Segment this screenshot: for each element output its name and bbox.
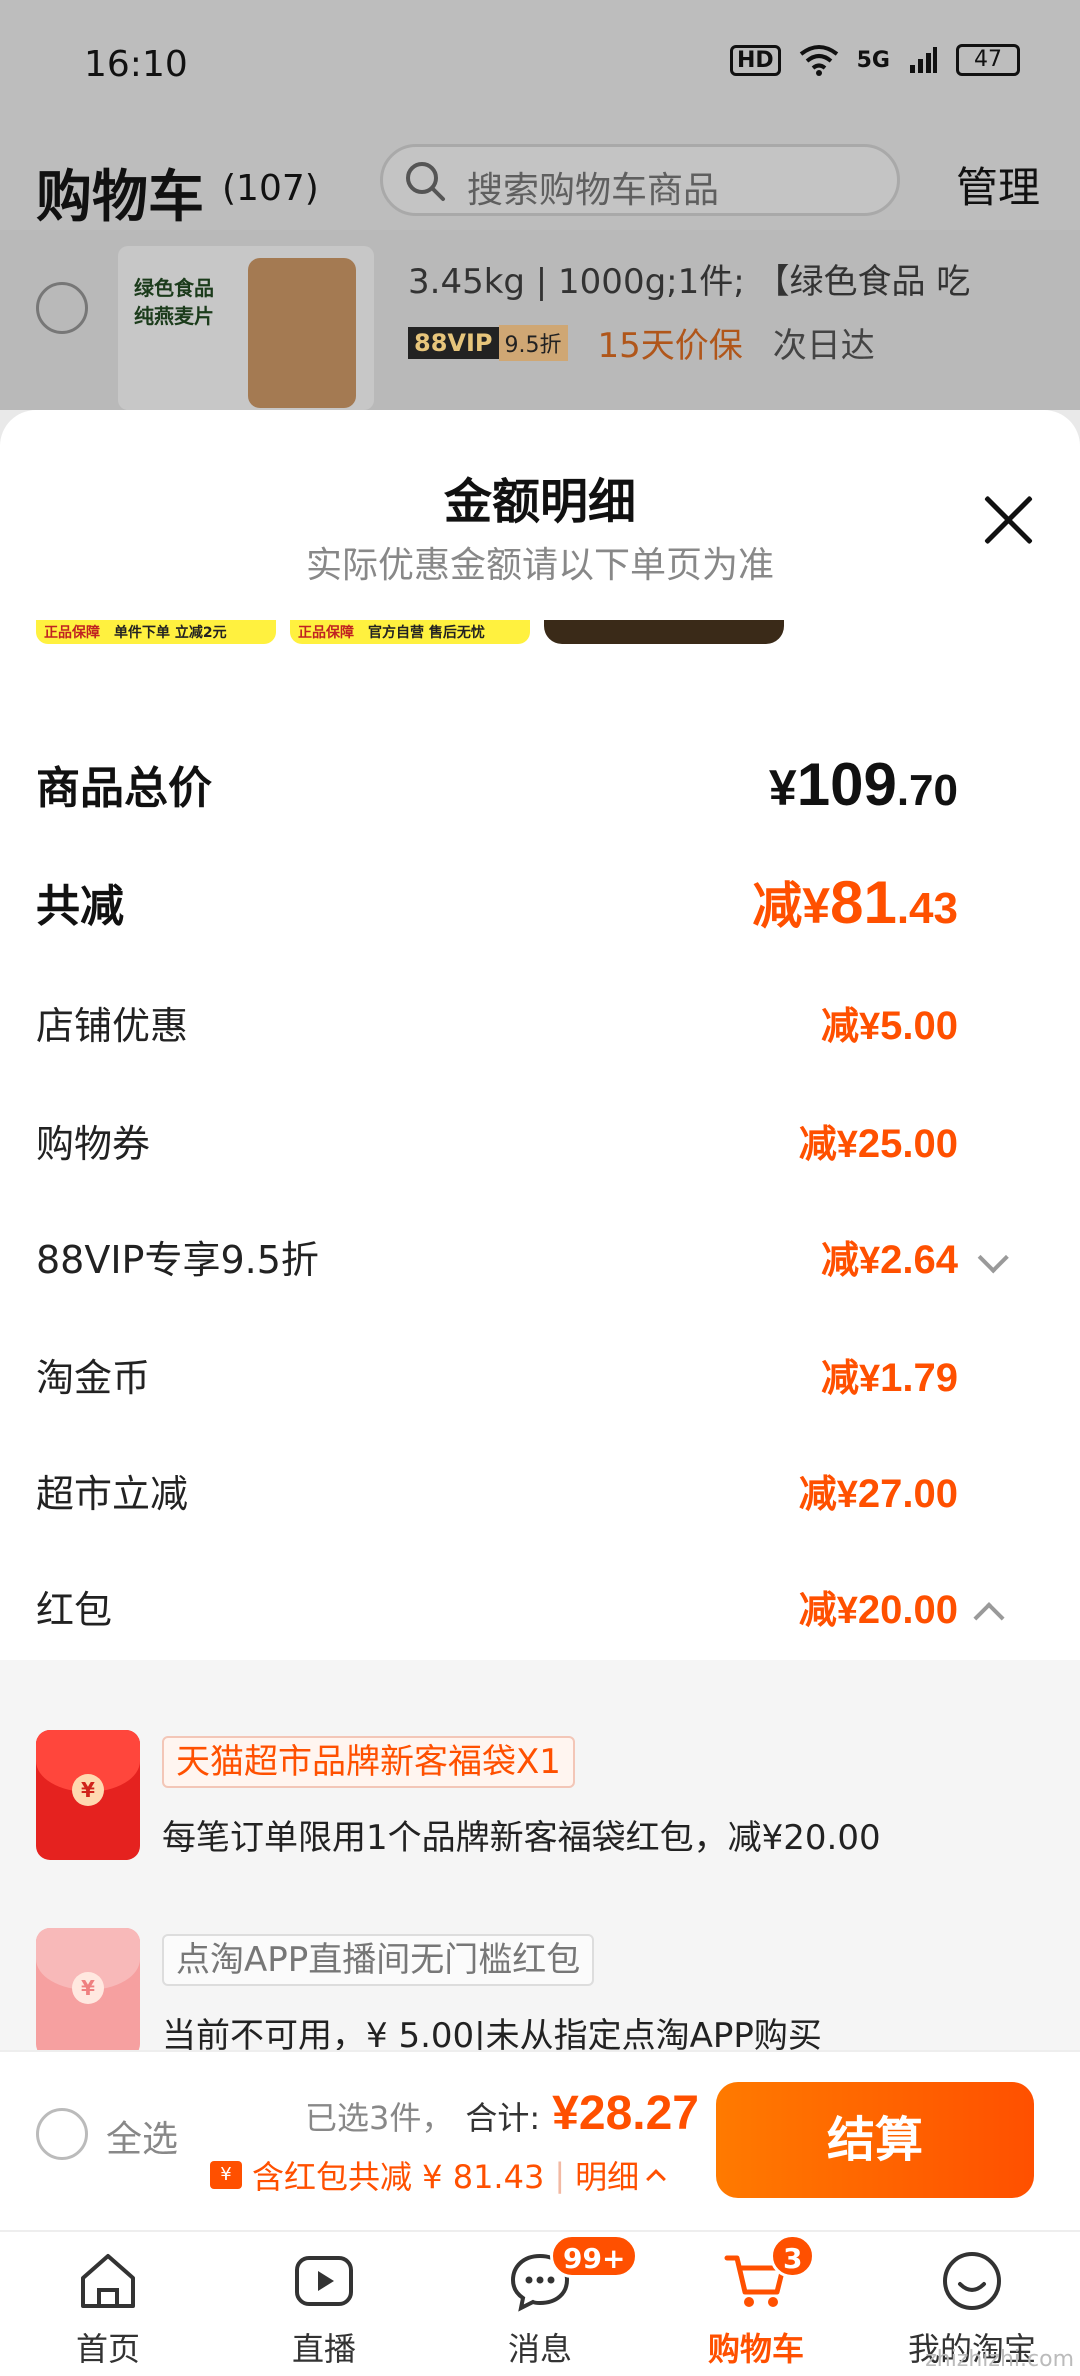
total-price-value: ¥109.70 xyxy=(768,750,958,818)
product-spec[interactable]: 3.45kg | 1000g;1件; 【绿色食品 吃 xyxy=(408,254,970,303)
hd-icon: HD xyxy=(729,44,781,76)
cart-search-input[interactable]: 搜索购物车商品 xyxy=(380,144,900,216)
cart-item-checkbox[interactable] xyxy=(36,282,88,334)
vip-discount-tag: 88VIP 9.5折 xyxy=(408,324,568,361)
total-label: 合计: xyxy=(465,2099,541,2137)
checkout-bar: 全选 已选3件， 合计: ¥28.27 ¥ 含红包共减 ¥ 81.43 | 明细… xyxy=(0,2050,1080,2230)
row-shopping-coupon: 购物券 减¥ 25.00 xyxy=(36,1121,958,1166)
search-icon xyxy=(406,162,445,201)
profile-icon xyxy=(943,2252,1001,2310)
product-tags: 88VIP 9.5折 15天价保 次日达 xyxy=(408,318,875,367)
home-icon xyxy=(81,2254,135,2308)
select-all-label[interactable]: 全选 xyxy=(106,2110,178,2162)
total-discount-value: 减¥ 81.43 xyxy=(752,869,958,936)
tab-cart[interactable]: 3 购物车 xyxy=(648,2232,864,2376)
close-icon[interactable] xyxy=(980,492,1036,548)
row-store-discount: 店铺优惠 减¥ 5.00 xyxy=(36,1003,958,1048)
selected-count: 已选3件， xyxy=(305,2099,454,2137)
select-all-checkbox[interactable] xyxy=(36,2108,88,2160)
cart-item[interactable]: 绿色食品 纯燕麦片 3.45kg | 1000g;1件; 【绿色食品 吃 88V… xyxy=(0,230,1080,410)
red-packet-tag: 点淘APP直播间无门槛红包 xyxy=(162,1934,595,1986)
oatmeal-can-image xyxy=(248,258,356,408)
row-supermarket-discount: 超市立减 减¥ 27.00 xyxy=(36,1471,958,1516)
message-badge: 99+ xyxy=(550,2234,639,2278)
status-time: 16:10 xyxy=(84,44,188,85)
red-packet-desc: 每笔订单限用1个品牌新客福袋红包，减¥20.00 xyxy=(162,1818,881,1858)
thumb-label-2: 纯燕麦片 xyxy=(134,304,214,328)
cart-count: (107) xyxy=(222,168,319,209)
sheet-subtitle: 实际优惠金额请以下单页为准 xyxy=(305,545,774,586)
wifi-icon xyxy=(799,45,838,76)
row-total-price: 商品总价 ¥109.70 xyxy=(36,744,1000,824)
checkout-button[interactable]: 结算 xyxy=(716,2082,1034,2198)
total-amount: ¥28.27 xyxy=(552,2087,699,2140)
savings-detail-toggle[interactable]: ¥ 含红包共减 ¥ 81.43 | 明细 xyxy=(210,2152,667,2198)
red-packet-list: ¥ 天猫超市品牌新客福袋X1 每笔订单限用1个品牌新客福袋红包，减¥20.00 … xyxy=(0,1660,1080,2050)
watermark: zhizhizhi.com xyxy=(925,2347,1074,2372)
chevron-down-icon[interactable] xyxy=(977,1241,1009,1273)
signal-icon xyxy=(910,47,937,73)
promo-chip: 正品保障 官方自营 售后无忧 xyxy=(290,620,530,644)
status-icons: HD 5G 47 xyxy=(729,44,1020,76)
detail-link[interactable]: 明细 xyxy=(575,2152,639,2198)
sheet-title: 金额明细 xyxy=(443,474,636,530)
tab-live[interactable]: 直播 xyxy=(216,2232,432,2376)
row-red-packet[interactable]: 红包 减¥ 20.00 xyxy=(36,1566,1005,1646)
tab-bar: 首页 直播 99+ 消息 3 购物车 我的淘宝 zhizhizhi.com xyxy=(0,2230,1080,2376)
row-88vip-discount[interactable]: 88VIP专享9.5折 减¥ 2.64 xyxy=(36,1216,1009,1296)
promo-image xyxy=(544,620,784,644)
product-thumbnail[interactable]: 绿色食品 纯燕麦片 xyxy=(118,246,374,410)
chevron-up-icon xyxy=(646,2169,667,2189)
red-envelope-icon: ¥ xyxy=(36,1730,140,1860)
red-packet-item[interactable]: ¥ 点淘APP直播间无门槛红包 当前不可用，¥ 5.00|未从指定点淘APP购买 xyxy=(36,1928,1046,2050)
row-total-discount: 共减 减¥ 81.43 xyxy=(36,862,1000,942)
red-packet-tag: 天猫超市品牌新客福袋X1 xyxy=(162,1736,575,1788)
live-icon xyxy=(295,2256,353,2306)
search-placeholder: 搜索购物车商品 xyxy=(467,170,720,211)
manage-button[interactable]: 管理 xyxy=(956,154,1040,215)
price-protect-tag: 15天价保 xyxy=(597,326,743,366)
promo-strip: 正品保障 单件下单 立减2元 正品保障 官方自营 售后无忧 xyxy=(36,620,784,644)
network-5g-icon: 5G xyxy=(856,47,890,73)
promo-chip: 正品保障 单件下单 立减2元 xyxy=(36,620,276,644)
status-bar: 16:10 HD 5G 47 xyxy=(0,0,1080,130)
red-packet-desc: 当前不可用，¥ 5.00|未从指定点淘APP购买 xyxy=(162,2016,822,2050)
cart-badge: 3 xyxy=(770,2234,816,2278)
row-taojinbi: 淘金币 减¥ 1.79 xyxy=(36,1355,958,1400)
amount-detail-sheet: 金额明细 实际优惠金额请以下单页为准 正品保障 单件下单 立减2元 正品保障 官… xyxy=(0,410,1080,2050)
battery-icon: 47 xyxy=(956,44,1020,76)
red-packet-item[interactable]: ¥ 天猫超市品牌新客福袋X1 每笔订单限用1个品牌新客福袋红包，减¥20.00 xyxy=(36,1730,1046,1870)
red-envelope-icon: ¥ xyxy=(36,1928,140,2050)
delivery-tag: 次日达 xyxy=(772,326,875,366)
checkout-summary: 已选3件， 合计: ¥28.27 xyxy=(305,2086,699,2141)
tab-messages[interactable]: 99+ 消息 xyxy=(432,2232,648,2376)
thumb-label-1: 绿色食品 xyxy=(134,276,214,300)
cart-header: 购物车 (107) 搜索购物车商品 管理 xyxy=(0,130,1080,230)
savings-text: 含红包共减 ¥ 81.43 xyxy=(252,2158,545,2196)
cart-title: 购物车 xyxy=(36,165,204,230)
tab-home[interactable]: 首页 xyxy=(0,2232,216,2376)
chevron-up-icon[interactable] xyxy=(973,1601,1005,1633)
red-packet-icon: ¥ xyxy=(210,2161,242,2189)
